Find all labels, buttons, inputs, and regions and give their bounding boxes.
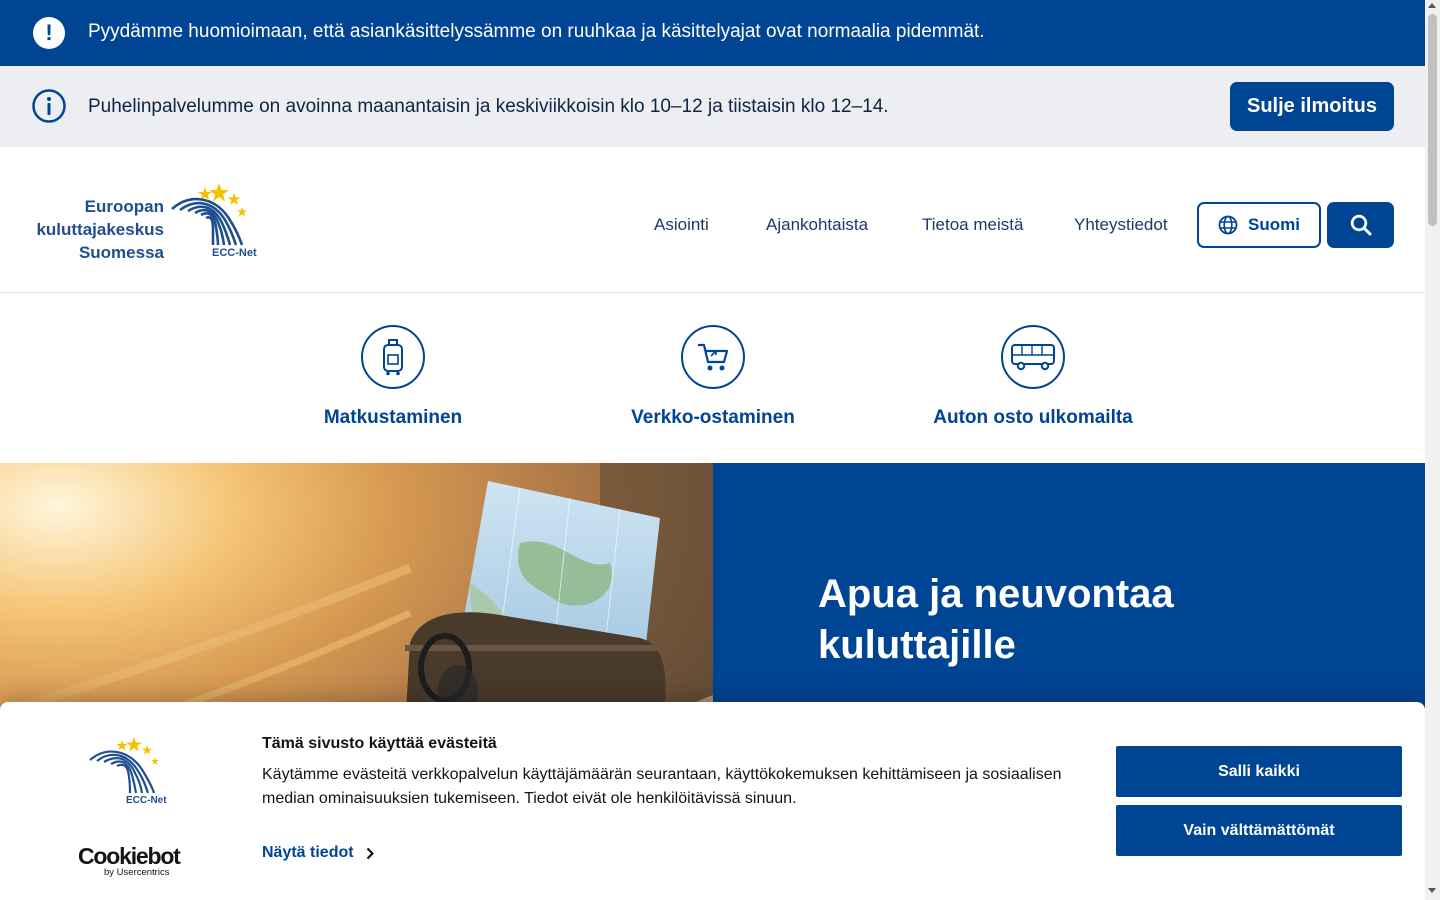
logo-line-2: kuluttajakeskus xyxy=(36,220,164,239)
cookiebot-name: Cookiebot xyxy=(78,843,181,869)
info-icon xyxy=(32,89,66,123)
page: ! Pyydämme huomioimaan, että asiankäsitt… xyxy=(0,0,1425,900)
cookie-consent-banner: ECC-Net Cookiebot by Usercentrics Tämä s… xyxy=(0,702,1425,900)
show-details-link[interactable]: Näytä tiedot xyxy=(262,844,374,862)
scroll-up-arrow-icon[interactable] xyxy=(1428,3,1436,8)
category-label: Auton osto ulkomailta xyxy=(933,407,1133,428)
cookiebot-byline: by Usercentrics xyxy=(104,867,170,878)
exclamation-icon: ! xyxy=(33,17,65,49)
shopping-cart-icon xyxy=(698,343,729,371)
info-notice-bar: Puhelinpalvelumme on avoinna maanantaisi… xyxy=(0,66,1425,147)
nav-tietoa-meista[interactable]: Tietoa meistä xyxy=(922,215,1023,235)
info-notice-text: Puhelinpalvelumme on avoinna maanantaisi… xyxy=(88,96,889,117)
bus-icon xyxy=(1011,344,1055,371)
cookie-description: Käytämme evästeitä verkkopalvelun käyttä… xyxy=(262,766,1062,807)
logo-network-text: ECC-Net xyxy=(212,247,257,259)
ecc-net-logo-icon: ECC-Net xyxy=(171,183,257,259)
category-verkko-ostaminen[interactable]: Verkko-ostaminen xyxy=(603,325,823,429)
category-label: Verkko-ostaminen xyxy=(631,407,795,428)
globe-icon xyxy=(1218,215,1238,235)
allow-all-cookies-button[interactable]: Salli kaikki xyxy=(1116,746,1402,797)
nav-yhteystiedot[interactable]: Yhteystiedot xyxy=(1074,215,1168,235)
necessary-cookies-only-button[interactable]: Vain välttämättömät xyxy=(1116,805,1402,856)
site-logo[interactable]: Euroopan kuluttajakeskus Suomessa ECC-Ne… xyxy=(32,183,257,263)
search-button[interactable] xyxy=(1327,202,1394,248)
urgent-notice-text: Pyydämme huomioimaan, että asiankäsittel… xyxy=(88,21,985,42)
cookie-logo-network-text: ECC-Net xyxy=(126,795,167,806)
chevron-right-icon xyxy=(366,847,374,859)
suitcase-icon xyxy=(383,339,403,376)
category-auton-osto[interactable]: Auton osto ulkomailta xyxy=(923,325,1143,429)
close-notice-button[interactable]: Sulje ilmoitus xyxy=(1230,82,1394,131)
logo-line-1: Euroopan xyxy=(84,197,164,216)
logo-text: Euroopan kuluttajakeskus Suomessa xyxy=(32,195,164,264)
language-button[interactable]: Suomi xyxy=(1197,202,1321,248)
search-icon xyxy=(1350,214,1371,236)
site-header: Euroopan kuluttajakeskus Suomessa ECC-Ne… xyxy=(0,147,1425,293)
show-details-label: Näytä tiedot xyxy=(262,844,354,861)
category-icon-circle xyxy=(681,325,745,389)
ecc-net-logo-icon: ECC-Net xyxy=(89,737,167,806)
logo-line-3: Suomessa xyxy=(78,243,164,262)
page-scrollbar[interactable] xyxy=(1425,0,1440,900)
cookie-title: Tämä sivusto käyttää evästeitä xyxy=(262,735,497,752)
category-strip: Matkustaminen Verkko-ostaminen Auton ost… xyxy=(0,294,1425,463)
urgent-notice-bar: ! Pyydämme huomioimaan, että asiankäsitt… xyxy=(0,0,1425,66)
scrollbar-thumb[interactable] xyxy=(1428,14,1437,226)
language-label: Suomi xyxy=(1248,215,1300,234)
category-matkustaminen[interactable]: Matkustaminen xyxy=(283,325,503,429)
scroll-down-arrow-icon[interactable] xyxy=(1428,888,1436,893)
category-label: Matkustaminen xyxy=(323,407,463,428)
category-icon-circle xyxy=(361,325,425,389)
hero-title: Apua ja neuvontaa kuluttajille xyxy=(818,572,1174,667)
cookiebot-brand[interactable]: Cookiebot by Usercentrics xyxy=(78,844,188,878)
nav-asiointi[interactable]: Asiointi xyxy=(654,215,709,235)
nav-ajankohtaista[interactable]: Ajankohtaista xyxy=(766,215,868,235)
category-icon-circle xyxy=(1001,325,1065,389)
